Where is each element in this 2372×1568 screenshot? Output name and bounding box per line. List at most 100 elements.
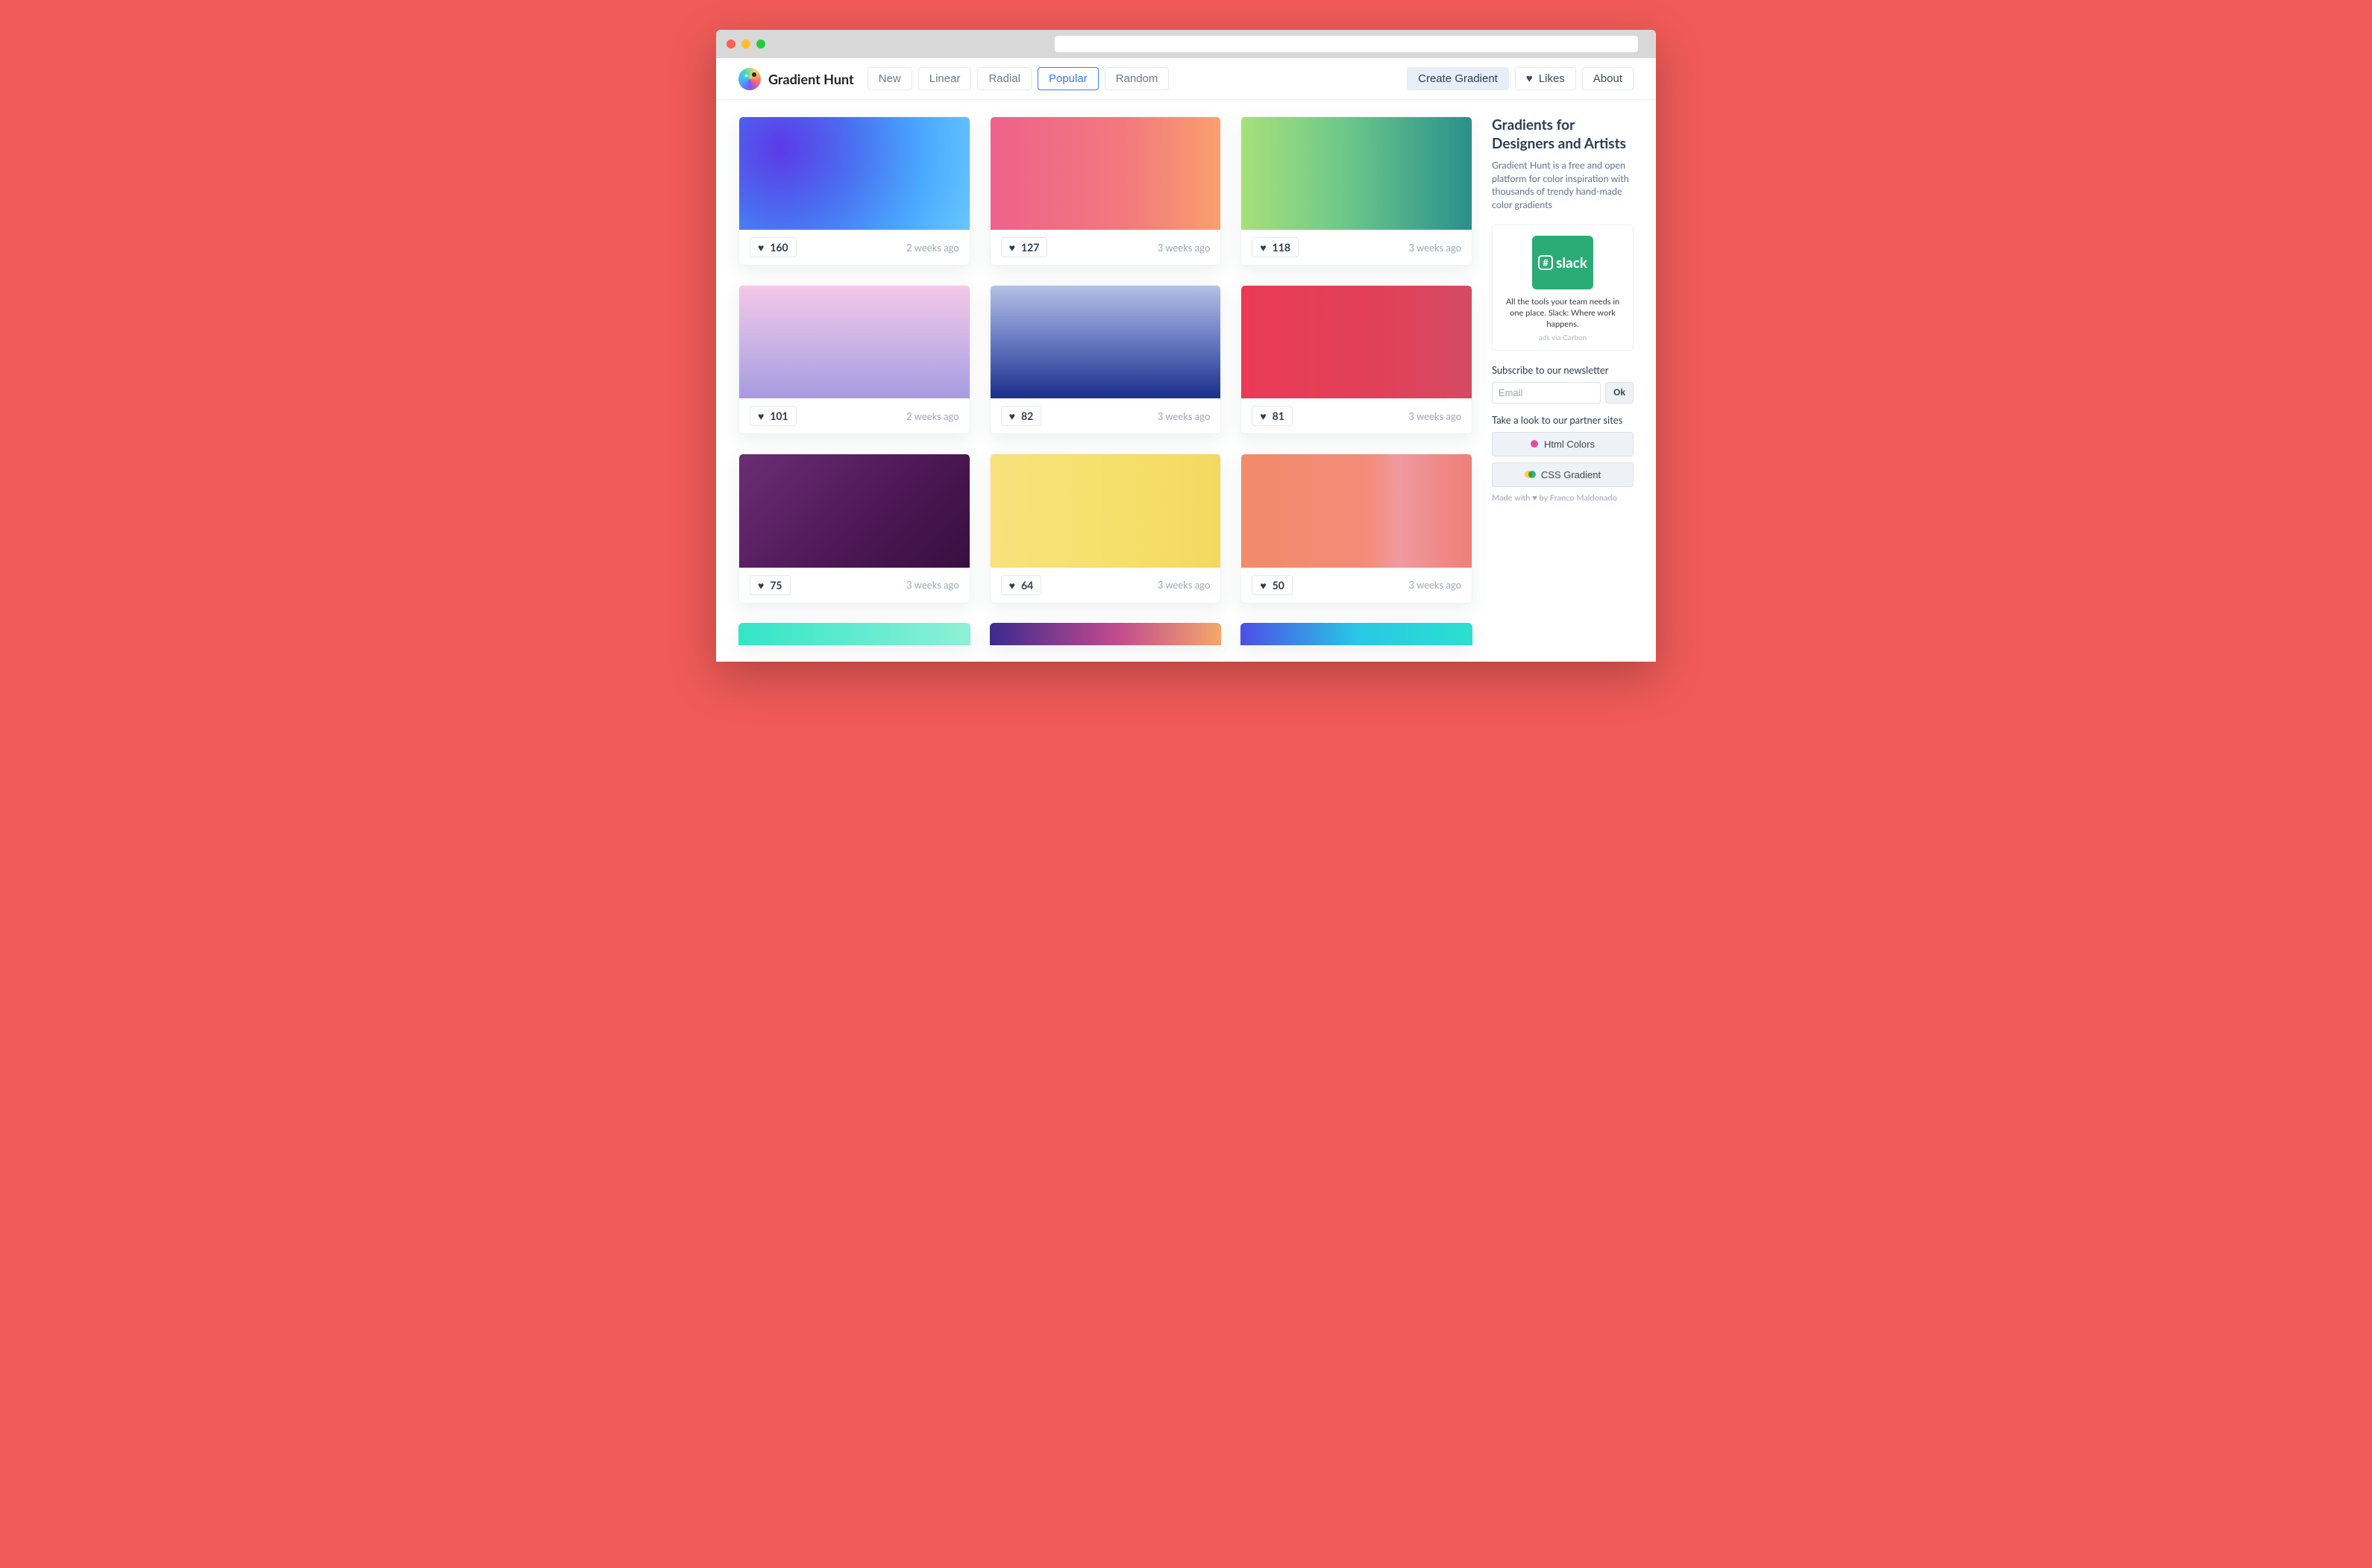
gradient-card[interactable]: ♥ 101 2 weeks ago (738, 285, 970, 434)
gradient-card-peek[interactable] (738, 623, 970, 645)
heart-icon: ♥ (1260, 241, 1266, 254)
sidebar: Gradients for Designers and Artists Grad… (1492, 116, 1634, 503)
brand[interactable]: Gradient Hunt (738, 68, 854, 90)
nav-popular[interactable]: Popular (1038, 67, 1099, 90)
partners-label: Take a look to our partner sites (1492, 414, 1634, 426)
like-button[interactable]: ♥ 81 (1252, 406, 1293, 426)
gradient-card[interactable]: ♥ 50 3 weeks ago (1240, 454, 1472, 603)
nav-linear[interactable]: Linear (918, 67, 972, 90)
card-footer: ♥1602 weeks ago (739, 230, 970, 265)
sidebar-title: Gradients for Designers and Artists (1492, 116, 1634, 153)
carbon-ad[interactable]: # slack All the tools your team needs in… (1492, 225, 1634, 351)
nav-random[interactable]: Random (1105, 67, 1170, 90)
about-label: About (1593, 72, 1622, 85)
timestamp: 3 weeks ago (1408, 410, 1461, 422)
heart-icon: ♥ (758, 410, 764, 422)
like-count: 81 (1273, 410, 1284, 422)
heart-icon: ♥ (1009, 579, 1015, 592)
credit-line: Made with ♥ by Franco Maldonado (1492, 493, 1634, 503)
gradient-card-peek[interactable] (1240, 623, 1472, 645)
partner-html-colors-button[interactable]: Html Colors (1492, 432, 1634, 457)
gradient-swatch (991, 117, 1221, 230)
nav-radial[interactable]: Radial (977, 67, 1032, 90)
partner-css-gradient-label: CSS Gradient (1541, 469, 1601, 480)
gradient-card[interactable]: ♥ 127 3 weeks ago (990, 116, 1222, 266)
like-count: 101 (770, 410, 788, 422)
gradient-swatch (991, 286, 1221, 398)
traffic-close-icon[interactable] (727, 40, 735, 48)
newsletter-ok-button[interactable]: Ok (1605, 382, 1634, 404)
like-button[interactable]: ♥ 127 (1001, 237, 1048, 257)
ad-logo-text: slack (1556, 254, 1587, 272)
site-header: Gradient Hunt New LinearRadial Popular Rand… (716, 58, 1656, 100)
newsletter-form: Ok (1492, 382, 1634, 404)
timestamp: 3 weeks ago (1408, 242, 1461, 254)
gradient-card[interactable]: ♥ 75 3 weeks ago (738, 454, 970, 603)
brand-logo-icon (738, 68, 761, 90)
like-button[interactable]: ♥82 (1001, 406, 1042, 426)
heart-icon: ♥ (1009, 410, 1015, 422)
gradient-swatch (1241, 117, 1472, 230)
brand-title: Gradient Hunt (768, 71, 854, 87)
about-button[interactable]: About (1582, 67, 1634, 90)
ok-label: Ok (1613, 387, 1625, 398)
timestamp: 3 weeks ago (1158, 579, 1211, 591)
heart-icon: ♥ (1260, 410, 1266, 422)
timestamp: 3 weeks ago (906, 579, 959, 591)
heart-icon: ♥ (758, 241, 764, 254)
create-gradient-button[interactable]: Create Gradient (1407, 67, 1509, 90)
traffic-zoom-icon[interactable] (756, 40, 765, 48)
gradient-swatch (739, 454, 970, 567)
url-bar[interactable] (1055, 36, 1638, 52)
partner-css-gradient-button[interactable]: CSS Gradient (1492, 462, 1634, 487)
likes-label: Likes (1539, 72, 1565, 85)
gradient-swatch (991, 454, 1221, 567)
card-footer: ♥118 3 weeks ago (1241, 230, 1472, 265)
slack-logo-icon: # slack (1532, 236, 1593, 289)
card-footer: ♥ 101 2 weeks ago (739, 398, 970, 433)
partner-html-colors-icon (1531, 440, 1538, 448)
newsletter-label: Subscribe to our newsletter (1492, 364, 1634, 376)
traffic-minimize-icon[interactable] (741, 40, 750, 48)
like-button[interactable]: ♥64 (1001, 575, 1042, 595)
gradient-grid: ♥1602 weeks ago♥1273 weeks ago♥1183 week… (738, 116, 1472, 645)
nav-new[interactable]: New (867, 67, 912, 90)
card-footer: ♥82 3 weeks ago (991, 398, 1221, 433)
like-count: 127 (1021, 241, 1039, 254)
timestamp: 3 weeks ago (1408, 579, 1461, 591)
partner-html-colors-label: Html Colors (1544, 439, 1595, 450)
gradient-card[interactable]: ♥64 3 weeks ago (990, 454, 1222, 603)
like-button[interactable]: ♥ 50 (1252, 575, 1293, 595)
browser-window: Gradient Hunt New LinearRadial Popular Rand… (716, 30, 1656, 662)
gradient-card[interactable]: ♥118 3 weeks ago (1240, 116, 1472, 266)
like-count: 50 (1273, 579, 1284, 592)
ad-via: ads via Carbon (1500, 333, 1625, 342)
heart-icon: ♥ (1526, 72, 1533, 85)
like-button[interactable]: ♥ 75 (750, 575, 791, 595)
timestamp: 3 weeks ago (1158, 242, 1211, 254)
gradient-card[interactable]: ♥82 3 weeks ago (990, 285, 1222, 434)
gradient-card[interactable]: ♥1602 weeks ago (738, 116, 970, 266)
gradient-swatch (739, 117, 970, 230)
timestamp: 2 weeks ago (906, 410, 959, 422)
partner-css-gradient-icon (1525, 471, 1535, 478)
card-footer: ♥ 127 3 weeks ago (991, 230, 1221, 265)
like-count: 75 (770, 579, 782, 592)
heart-icon: ♥ (758, 579, 764, 592)
sidebar-description: Gradient Hunt is a free and open platfor… (1492, 159, 1634, 211)
likes-button[interactable]: ♥ Likes (1515, 67, 1576, 90)
timestamp: 3 weeks ago (1158, 410, 1211, 422)
gradient-card[interactable]: ♥ 81 3 weeks ago (1240, 285, 1472, 434)
gradient-swatch (739, 286, 970, 398)
like-button[interactable]: ♥118 (1252, 237, 1299, 257)
heart-icon: ♥ (1009, 241, 1015, 254)
like-button[interactable]: ♥160 (750, 237, 797, 257)
heart-icon: ♥ (1260, 579, 1266, 592)
gradient-card-peek[interactable] (990, 623, 1222, 645)
create-gradient-label: Create Gradient (1418, 72, 1498, 85)
gradient-swatch (1241, 454, 1472, 567)
card-footer: ♥64 3 weeks ago (991, 568, 1221, 603)
email-input[interactable] (1492, 382, 1601, 404)
card-footer: ♥ 75 3 weeks ago (739, 568, 970, 603)
like-button[interactable]: ♥ 101 (750, 406, 797, 426)
